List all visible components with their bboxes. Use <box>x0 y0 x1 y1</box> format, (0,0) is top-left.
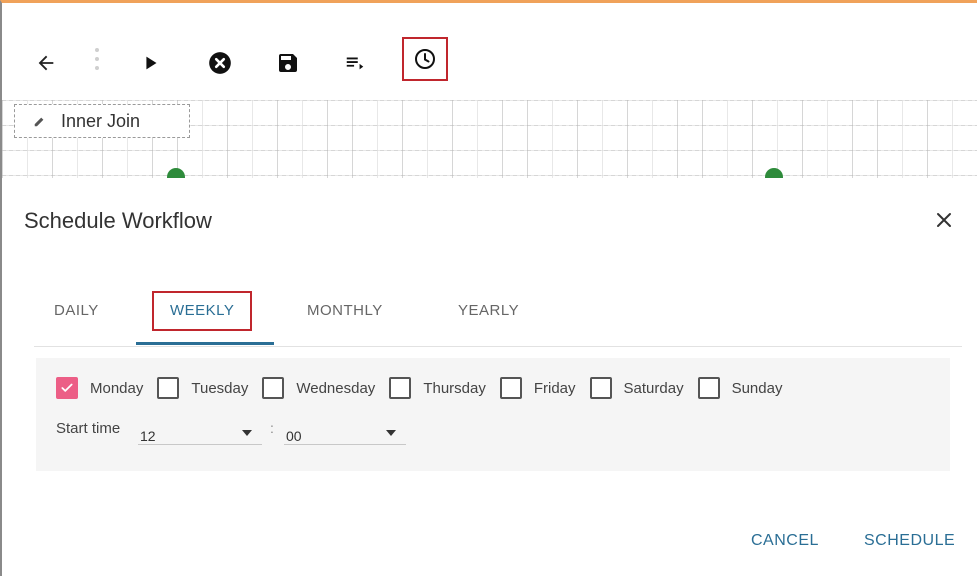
run-button[interactable] <box>135 47 167 79</box>
close-icon <box>937 213 951 227</box>
chevron-down-icon <box>386 430 396 436</box>
checkbox[interactable] <box>697 377 720 399</box>
hour-value: 12 <box>140 428 156 444</box>
workflow-canvas[interactable]: Inner Join <box>2 100 977 178</box>
hour-select[interactable]: 12 <box>138 418 262 445</box>
schedule-button-submit[interactable]: SCHEDULE <box>864 532 955 550</box>
pencil-icon <box>34 117 44 127</box>
day-wednesday[interactable]: Wednesday <box>262 377 375 399</box>
node-label-text: Inner Join <box>61 110 141 131</box>
tab-monthly[interactable]: MONTHLY <box>307 302 383 319</box>
schedule-dialog: Schedule Workflow DAILY WEEKLY MONTHLY Y… <box>2 178 977 576</box>
chevron-down-icon <box>242 430 252 436</box>
day-label: Saturday <box>623 379 684 397</box>
drag-handle-icon <box>93 45 101 73</box>
day-tuesday[interactable]: Tuesday <box>157 377 248 399</box>
active-tab-indicator <box>136 342 274 345</box>
day-monday[interactable]: Monday <box>56 377 143 399</box>
start-time-label: Start time <box>56 420 121 437</box>
playlist-icon <box>346 57 364 70</box>
tab-daily[interactable]: DAILY <box>54 302 99 319</box>
back-button[interactable] <box>30 47 62 79</box>
cancel-button[interactable]: CANCEL <box>751 532 819 550</box>
tab-yearly[interactable]: YEARLY <box>458 302 519 319</box>
checkbox[interactable] <box>262 377 285 399</box>
inner-join-node[interactable]: Inner Join <box>14 104 190 138</box>
arrow-left-icon <box>38 55 54 71</box>
day-checkboxes: Monday Tuesday Wednesday Thursday Friday… <box>56 374 782 402</box>
day-thursday[interactable]: Thursday <box>389 377 486 399</box>
checkbox-checked[interactable] <box>56 377 78 399</box>
checkbox[interactable] <box>157 377 180 399</box>
stop-button[interactable] <box>204 47 236 79</box>
minute-value: 00 <box>286 428 302 444</box>
day-sunday[interactable]: Sunday <box>697 377 783 399</box>
close-circle-icon <box>209 52 231 74</box>
save-button[interactable] <box>272 47 304 79</box>
frequency-tabs: DAILY WEEKLY MONTHLY YEARLY <box>34 288 962 347</box>
clock-icon <box>415 49 435 69</box>
play-icon <box>146 56 157 70</box>
checkbox[interactable] <box>499 377 522 399</box>
day-label: Sunday <box>731 379 783 397</box>
minute-select[interactable]: 00 <box>284 418 406 445</box>
save-icon <box>279 54 297 72</box>
logs-button[interactable] <box>339 47 371 79</box>
day-label: Thursday <box>423 379 486 397</box>
day-label: Wednesday <box>296 379 376 397</box>
weekly-options-panel: Monday Tuesday Wednesday Thursday Friday… <box>36 358 950 471</box>
day-label: Friday <box>533 379 576 397</box>
checkbox[interactable] <box>589 377 612 399</box>
dialog-title: Schedule Workflow <box>24 208 212 233</box>
check-icon <box>61 383 73 392</box>
checkbox[interactable] <box>389 377 412 399</box>
day-label: Tuesday <box>191 379 249 397</box>
day-saturday[interactable]: Saturday <box>589 377 684 399</box>
schedule-button[interactable] <box>402 37 448 81</box>
day-friday[interactable]: Friday <box>499 377 576 399</box>
toolbar <box>2 3 977 100</box>
time-separator: : <box>270 420 274 436</box>
day-label: Monday <box>90 379 144 397</box>
tab-weekly[interactable]: WEEKLY <box>170 302 234 319</box>
close-button[interactable] <box>932 208 956 232</box>
